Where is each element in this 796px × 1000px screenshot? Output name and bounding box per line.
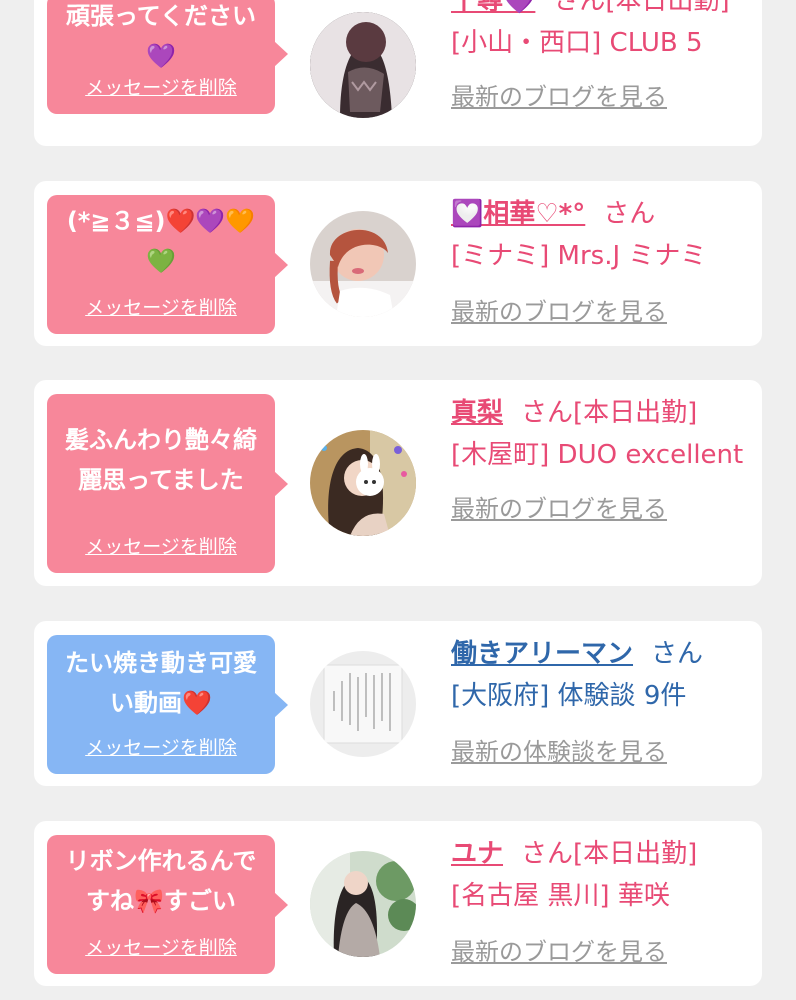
- shop-name: [名古屋 黒川] 華咲: [451, 881, 670, 911]
- user-info: 働きアリーマン さん [大阪府] 体験談 9件 最新の体験談を見る: [451, 633, 751, 773]
- message-bubble: 頑張ってください💜 メッセージを削除: [47, 0, 288, 114]
- avatar[interactable]: [310, 851, 416, 957]
- avatar-photo: [310, 851, 416, 957]
- message-card: リボン作れるんですね🎀すごい メッセージを削除 ユナ さん[本日出勤] [名古屋 …: [34, 821, 762, 986]
- user-info: 💟相華♡*° さん [ミナミ] Mrs.J ミナミ 最新のブログを見る: [451, 193, 751, 333]
- message-bubble: 髪ふんわり艶々綺麗思ってました メッセージを削除: [47, 394, 288, 573]
- blog-link[interactable]: 最新のブログを見る: [451, 76, 751, 118]
- avatar[interactable]: [310, 430, 416, 536]
- avatar-photo: [310, 12, 416, 118]
- honorific: さん: [521, 398, 574, 428]
- avatar[interactable]: [310, 211, 416, 317]
- shop-name: [大阪府] 体験談 9件: [451, 681, 687, 711]
- delete-message-link[interactable]: メッセージを削除: [47, 73, 275, 100]
- avatar-photo: [310, 651, 416, 757]
- user-name-link[interactable]: 真梨: [451, 398, 503, 428]
- user-info: 千尋💜 さん[本日出勤] [小山・西口] CLUB 5 最新のブログを見る: [451, 0, 751, 118]
- avatar-photo: [310, 211, 416, 317]
- delete-message-link[interactable]: メッセージを削除: [47, 532, 275, 559]
- message-bubble: リボン作れるんですね🎀すごい メッセージを削除: [47, 835, 288, 974]
- shop-name: [小山・西口] CLUB 5: [451, 28, 703, 58]
- honorific: さん: [603, 199, 656, 229]
- blog-link[interactable]: 最新のブログを見る: [451, 291, 751, 333]
- avatar[interactable]: [310, 651, 416, 757]
- message-text: 髪ふんわり艶々綺麗思ってました: [65, 426, 257, 494]
- shop-name: [木屋町] DUO excellent: [451, 440, 744, 470]
- attendance-status: [本日出勤]: [573, 398, 698, 428]
- message-text: リボン作れるんですね🎀すごい: [65, 847, 257, 915]
- message-card: 髪ふんわり艶々綺麗思ってました メッセージを削除 真梨 さん[本日出勤] [木屋町…: [34, 380, 762, 586]
- avatar-photo: [310, 430, 416, 536]
- user-name-link[interactable]: 働きアリーマン: [451, 639, 633, 669]
- honorific: さん: [521, 839, 574, 869]
- user-info: 真梨 さん[本日出勤] [木屋町] DUO excellent 最新のブログを見る: [451, 392, 751, 530]
- honorific: さん: [651, 639, 704, 669]
- message-card: (*≧３≦)❤️💜🧡💚 メッセージを削除 💟相華♡*° さん [ミナミ] Mrs.…: [34, 181, 762, 346]
- delete-message-link[interactable]: メッセージを削除: [47, 293, 275, 320]
- message-text: 頑張ってください💜: [65, 2, 257, 70]
- message-text: たい焼き動き可愛い動画❤️: [65, 649, 257, 717]
- user-info: ユナ さん[本日出勤] [名古屋 黒川] 華咲 最新のブログを見る: [451, 833, 751, 973]
- delete-message-link[interactable]: メッセージを削除: [47, 733, 275, 760]
- user-name-link[interactable]: 千尋💜: [451, 0, 535, 16]
- blog-link[interactable]: 最新のブログを見る: [451, 931, 751, 973]
- message-card: 頑張ってください💜 メッセージを削除 千尋💜 さん[本日出勤] [小山・西口] C…: [34, 0, 762, 146]
- avatar[interactable]: [310, 12, 416, 118]
- message-bubble: たい焼き動き可愛い動画❤️ メッセージを削除: [47, 635, 288, 774]
- message-text: (*≧３≦)❤️💜🧡💚: [66, 207, 256, 275]
- user-name-link[interactable]: 💟相華♡*°: [451, 199, 585, 229]
- honorific: さん: [553, 0, 606, 16]
- blog-link[interactable]: 最新のブログを見る: [451, 488, 751, 530]
- delete-message-link[interactable]: メッセージを削除: [47, 933, 275, 960]
- user-name-link[interactable]: ユナ: [451, 839, 503, 869]
- experience-link[interactable]: 最新の体験談を見る: [451, 731, 751, 773]
- attendance-status: [本日出勤]: [605, 0, 730, 16]
- message-bubble: (*≧３≦)❤️💜🧡💚 メッセージを削除: [47, 195, 288, 334]
- attendance-status: [本日出勤]: [573, 839, 698, 869]
- message-card: たい焼き動き可愛い動画❤️ メッセージを削除 働きアリーマン さん [大阪府] 体…: [34, 621, 762, 786]
- shop-name: [ミナミ] Mrs.J ミナミ: [451, 241, 707, 271]
